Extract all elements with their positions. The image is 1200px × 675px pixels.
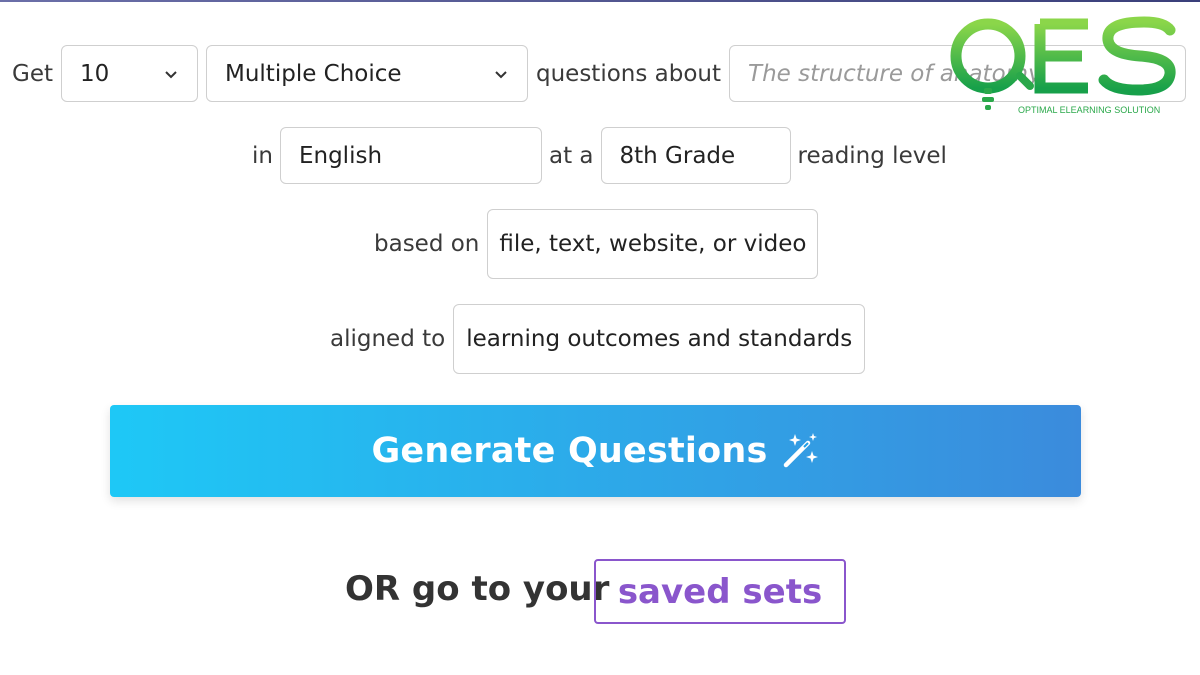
logo-tagline: OPTIMAL ELEARNING SOLUTION [1018,105,1160,115]
source-button[interactable]: file, text, website, or video [487,209,819,279]
reading-level-label: reading level [797,142,947,169]
questions-about-label: questions about [536,60,722,87]
chevron-down-icon [495,70,507,78]
source-button-label: file, text, website, or video [499,231,807,257]
or-go-label: OR go to your [345,569,610,609]
saved-sets-label: saved sets [617,571,823,612]
saved-sets-button[interactable]: saved sets [594,559,846,624]
generate-questions-button[interactable]: Generate Questions [110,405,1081,497]
saved-sets-row: OR go to your saved sets [0,559,1200,624]
aligned-to-label: aligned to [330,326,446,352]
row-outcomes: aligned to learning outcomes and standar… [330,304,866,374]
outcomes-button[interactable]: learning outcomes and standards [453,304,866,374]
outcomes-button-label: learning outcomes and standards [466,326,853,352]
language-value: English [298,142,383,169]
row-language-grade: in English at a 8th Grade reading level [252,127,947,184]
question-count-value: 10 [80,60,110,87]
magic-wand-icon [783,433,818,468]
top-accent-line [0,0,1200,2]
row-source: based on file, text, website, or video [374,209,819,279]
grade-value: 8th Grade [619,142,736,169]
question-count-select[interactable]: 10 [61,45,198,102]
based-on-label: based on [374,231,480,257]
language-input[interactable]: English [279,127,542,184]
generate-questions-label: Generate Questions [371,431,768,471]
question-type-value: Multiple Choice [225,60,402,87]
at-a-label: at a [548,142,594,169]
question-type-select[interactable]: Multiple Choice [206,45,528,102]
in-label: in [252,142,273,169]
oes-logo: OPTIMAL ELEARNING SOLUTION [950,16,1176,115]
grade-input[interactable]: 8th Grade [600,127,791,184]
get-label: Get [12,60,53,87]
chevron-down-icon [165,70,177,78]
